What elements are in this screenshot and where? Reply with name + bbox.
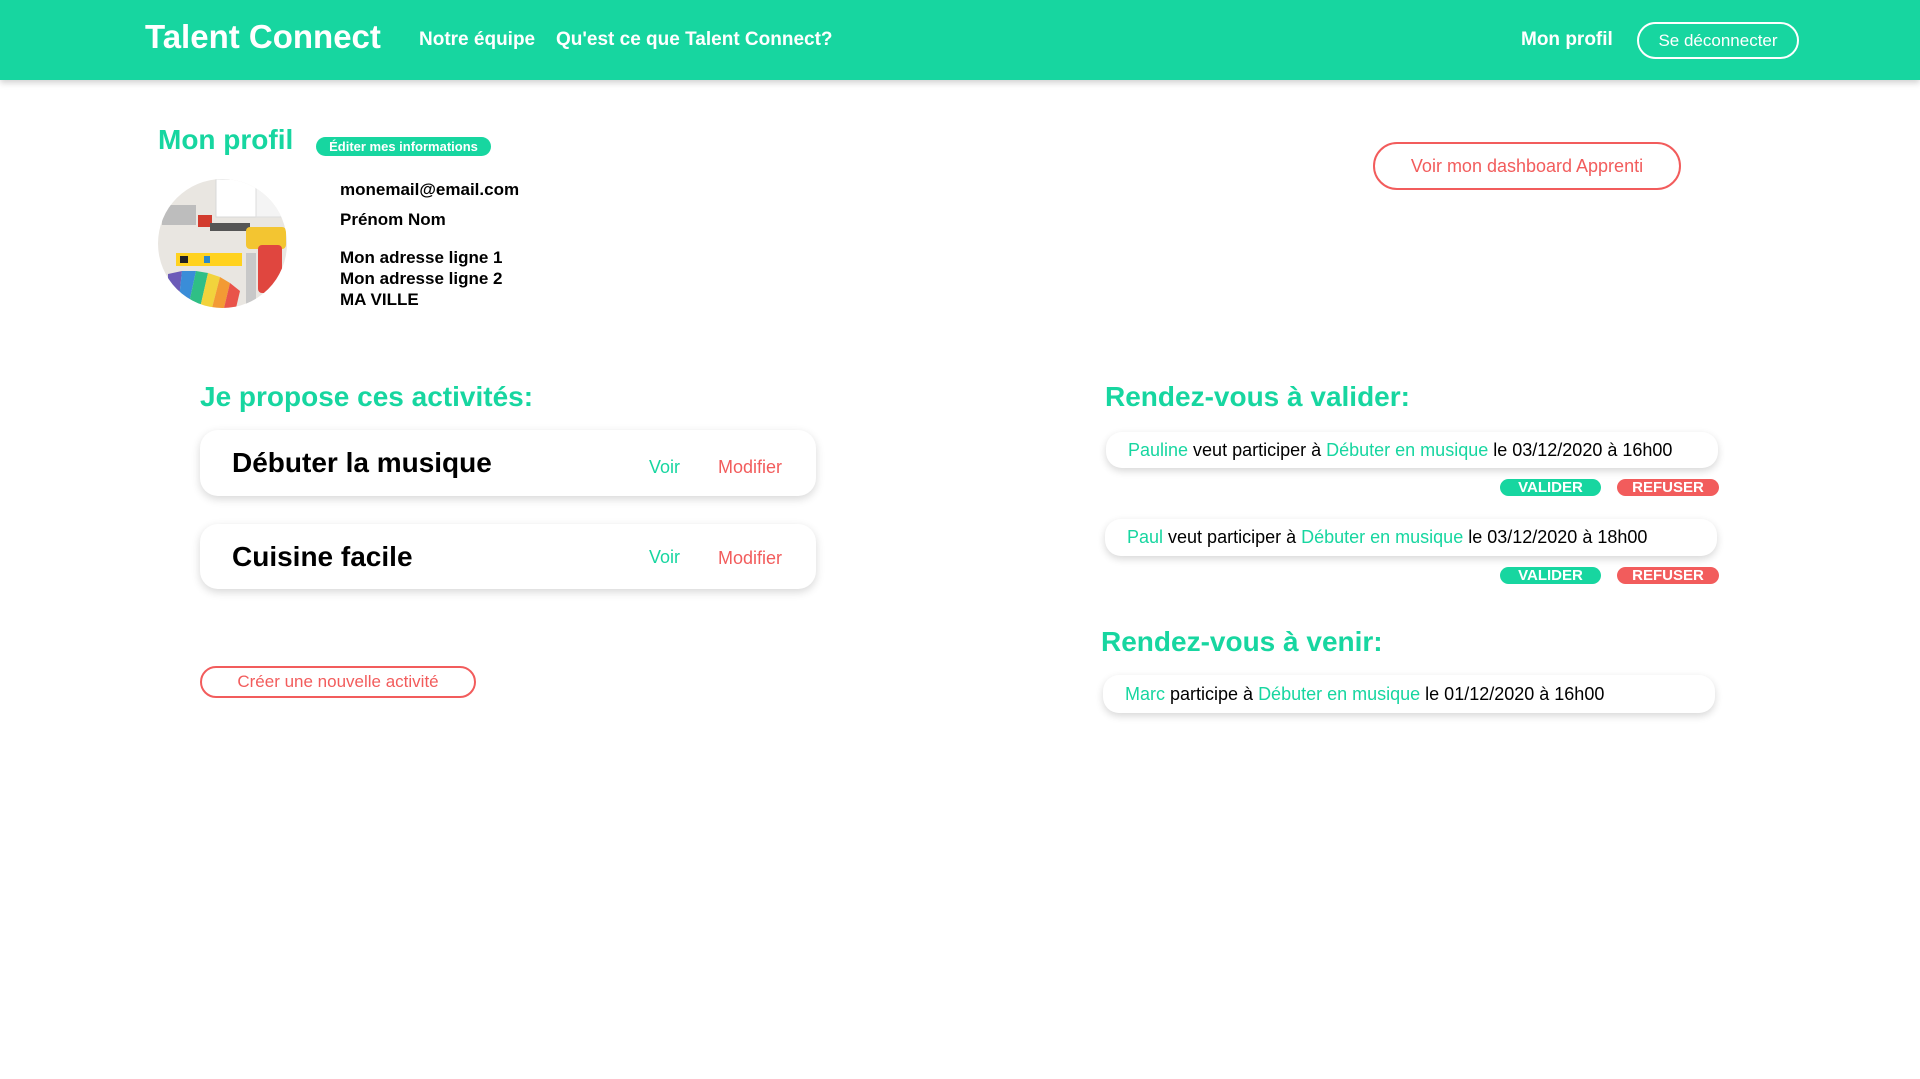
reject-button[interactable]: REFUSER bbox=[1617, 479, 1719, 496]
appointment-verb: participe à bbox=[1165, 683, 1259, 704]
appointment-verb: veut participer à bbox=[1188, 439, 1327, 460]
appointment-activity[interactable]: Débuter en musique bbox=[1326, 440, 1488, 461]
accept-button[interactable]: VALIDER bbox=[1500, 567, 1601, 584]
activity-view-link[interactable]: Voir bbox=[649, 457, 680, 478]
activity-name: Débuter la musique bbox=[232, 447, 492, 478]
avatar bbox=[158, 179, 287, 308]
pending-appointment: Paul veut participer à Débuter en musiqu… bbox=[1105, 519, 1717, 556]
appointment-date: le 03/12/2020 à 16h00 bbox=[1488, 439, 1673, 460]
activity-name: Cuisine facile bbox=[232, 541, 413, 572]
appointment-activity[interactable]: Débuter en musique bbox=[1258, 684, 1420, 705]
dashboard-button[interactable]: Voir mon dashboard Apprenti bbox=[1373, 142, 1681, 190]
profile-city: MA VILLE bbox=[340, 290, 419, 309]
nav-link-profile[interactable]: Mon profil bbox=[1521, 29, 1613, 51]
reject-button[interactable]: REFUSER bbox=[1617, 567, 1719, 584]
accept-button[interactable]: VALIDER bbox=[1500, 479, 1601, 496]
profile-email: monemail@email.com bbox=[340, 180, 520, 199]
appointment-verb: veut participer à bbox=[1163, 527, 1302, 547]
activities-title: Je propose ces activités: bbox=[200, 381, 534, 412]
brand-logo[interactable]: Talent Connect bbox=[145, 18, 381, 56]
upcoming-appointment: Marc participe à Débuter en musique le 0… bbox=[1103, 675, 1715, 713]
appointment-activity[interactable]: Débuter en musique bbox=[1301, 527, 1463, 548]
activity-edit-link[interactable]: Modifier bbox=[718, 548, 782, 569]
profile-name: Prénom Nom bbox=[340, 210, 446, 229]
nav-link-about[interactable]: Qu'est ce que Talent Connect? bbox=[556, 29, 833, 51]
nav-link-team[interactable]: Notre équipe bbox=[419, 29, 535, 51]
pending-appointment: Pauline veut participer à Débuter en mus… bbox=[1106, 432, 1718, 468]
appointment-date: le 01/12/2020 à 16h00 bbox=[1420, 683, 1605, 704]
appointment-person[interactable]: Marc bbox=[1125, 684, 1165, 705]
activity-card: Débuter la musique Voir Modifier bbox=[200, 430, 816, 496]
create-activity-button[interactable]: Créer une nouvelle activité bbox=[200, 666, 476, 698]
appointment-person[interactable]: Paul bbox=[1127, 527, 1163, 548]
top-navbar: Talent Connect Notre équipe Qu'est ce qu… bbox=[0, 0, 1920, 80]
profile-address-line2: Mon adresse ligne 2 bbox=[340, 269, 503, 288]
appointment-date: le 03/12/2020 à 18h00 bbox=[1463, 527, 1648, 547]
profile-address-line1: Mon adresse ligne 1 bbox=[340, 248, 503, 267]
edit-info-button[interactable]: Éditer mes informations bbox=[316, 137, 491, 156]
activity-edit-link[interactable]: Modifier bbox=[718, 457, 782, 478]
pending-title: Rendez-vous à valider: bbox=[1105, 381, 1410, 412]
upcoming-title: Rendez-vous à venir: bbox=[1101, 626, 1383, 657]
appointment-person[interactable]: Pauline bbox=[1128, 440, 1188, 461]
activity-view-link[interactable]: Voir bbox=[649, 547, 680, 568]
logout-button[interactable]: Se déconnecter bbox=[1637, 22, 1799, 59]
profile-title: Mon profil bbox=[158, 124, 294, 155]
activity-card: Cuisine facile Voir Modifier bbox=[200, 524, 816, 589]
